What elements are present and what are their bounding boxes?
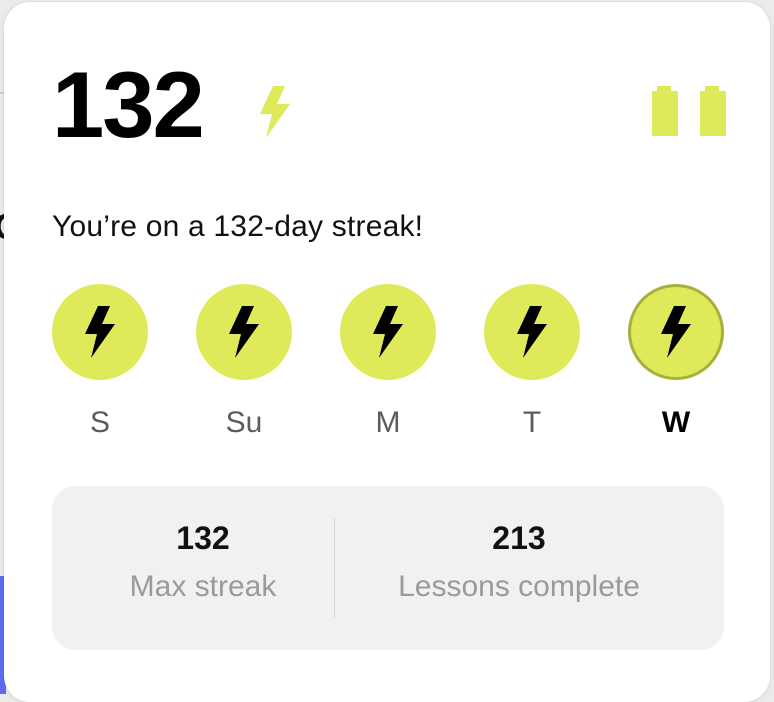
day-circle: [196, 284, 292, 380]
streak-count: 132: [52, 52, 205, 157]
lessons-complete-label: Lessons complete: [398, 570, 640, 603]
day-label-current: W: [661, 406, 691, 439]
day-circle: [484, 284, 580, 380]
day-circle-current: [628, 284, 724, 380]
stats-panel: 132 Max streak 213 Lessons complete: [52, 486, 724, 650]
day-label: Su: [225, 406, 263, 439]
day-item-su: Su: [196, 284, 292, 438]
lightning-bolt-icon: [85, 306, 115, 358]
lightning-bolt-icon: [517, 306, 547, 358]
week-streak-days: S Su M T W: [52, 284, 732, 454]
day-item-m: M: [340, 284, 436, 438]
day-item-s: S: [52, 284, 148, 438]
streak-popover: 132 You’re on a 132-day streak! S Su M T…: [4, 2, 770, 702]
lightning-bolt-icon: [229, 306, 259, 358]
day-item-t: T: [484, 284, 580, 438]
lightning-bolt-icon: [661, 306, 691, 358]
day-circle: [340, 284, 436, 380]
day-label: M: [375, 406, 401, 439]
max-streak-label: Max streak: [129, 570, 277, 603]
lessons-complete-value: 213: [492, 520, 546, 556]
lightning-bolt-icon: [260, 86, 290, 138]
battery-icon: [652, 86, 726, 136]
day-item-w: W: [628, 284, 724, 438]
max-streak-stat: 132 Max streak: [52, 522, 354, 602]
day-label: T: [522, 406, 542, 439]
day-circle: [52, 284, 148, 380]
streak-message: You’re on a 132-day streak!: [52, 210, 424, 243]
lightning-bolt-icon: [373, 306, 403, 358]
day-label: S: [89, 406, 110, 439]
max-streak-value: 132: [176, 520, 230, 556]
lessons-complete-stat: 213 Lessons complete: [334, 522, 704, 602]
